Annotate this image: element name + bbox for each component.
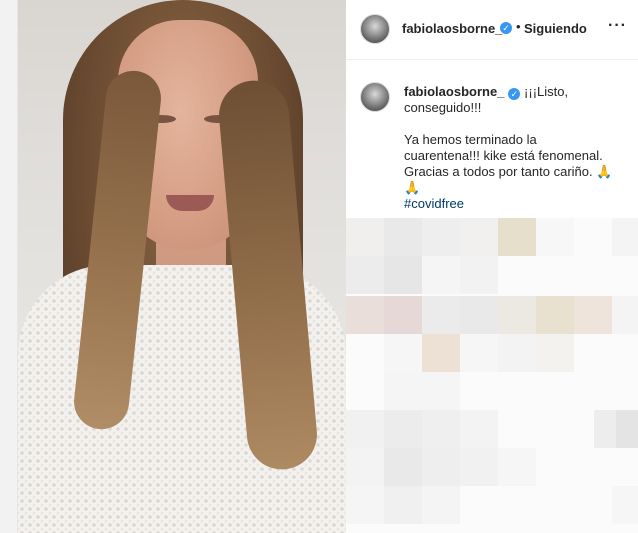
separator-dot: • bbox=[516, 19, 521, 34]
hashtag-link[interactable]: #covidfree bbox=[404, 196, 464, 211]
mouth bbox=[166, 195, 214, 211]
header-username[interactable]: fabiolaosborne_ bbox=[402, 21, 502, 36]
caption-avatar[interactable] bbox=[360, 82, 390, 112]
post-side-panel: fabiolaosborne_ ✓ • Siguiendo ··· fabiol… bbox=[346, 0, 638, 533]
caption-verified-badge-icon: ✓ bbox=[508, 88, 521, 100]
left-page-edge bbox=[0, 0, 18, 533]
avatar[interactable] bbox=[360, 14, 390, 44]
caption-line-2: Ya hemos terminado la cuarentena!!! kike… bbox=[404, 132, 613, 195]
post-header: fabiolaosborne_ ✓ • Siguiendo ··· bbox=[346, 0, 638, 60]
post-media-video[interactable] bbox=[18, 0, 346, 533]
following-button[interactable]: Siguiendo bbox=[524, 21, 587, 36]
caption-text: fabiolaosborne_ ✓ ¡¡¡Listo, conseguido!!!… bbox=[404, 84, 614, 212]
more-options-icon[interactable]: ··· bbox=[608, 17, 627, 35]
caption-username[interactable]: fabiolaosborne_ bbox=[404, 84, 504, 99]
blurred-comments-area bbox=[346, 218, 638, 533]
verified-badge-icon: ✓ bbox=[500, 22, 512, 34]
